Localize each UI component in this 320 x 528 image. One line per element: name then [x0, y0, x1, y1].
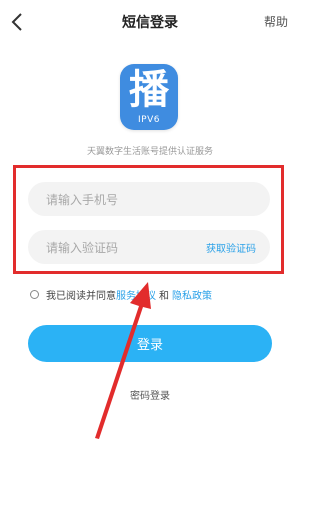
- logo-tag: IPV6: [138, 115, 160, 125]
- app-logo: 播 IPV6: [120, 64, 178, 130]
- auth-provider-text: 天翼数字生活账号提供认证服务: [86, 147, 213, 157]
- page-title: 短信登录: [122, 15, 178, 31]
- code-input[interactable]: [44, 230, 198, 266]
- agreement-and: 和: [159, 290, 169, 302]
- agreement-prefix: 我已阅读并同意: [46, 290, 116, 302]
- help-link[interactable]: 帮助: [264, 13, 288, 30]
- privacy-policy-link[interactable]: 隐私政策: [172, 287, 212, 302]
- phone-field[interactable]: [28, 182, 270, 218]
- phone-input[interactable]: [44, 182, 198, 218]
- logo-glyph: 播: [129, 67, 169, 113]
- service-agreement-link[interactable]: 服务协议: [116, 287, 156, 302]
- password-login-link[interactable]: 密码登录: [0, 387, 300, 402]
- agreement-row: 我已阅读并同意 服务协议 和 隐私政策: [30, 287, 212, 302]
- login-button[interactable]: 登录: [28, 325, 272, 362]
- code-field[interactable]: 获取验证码: [28, 230, 270, 266]
- get-code-button[interactable]: 获取验证码: [206, 240, 256, 255]
- agree-radio[interactable]: [30, 289, 39, 299]
- header: 短信登录 帮助: [0, 0, 300, 44]
